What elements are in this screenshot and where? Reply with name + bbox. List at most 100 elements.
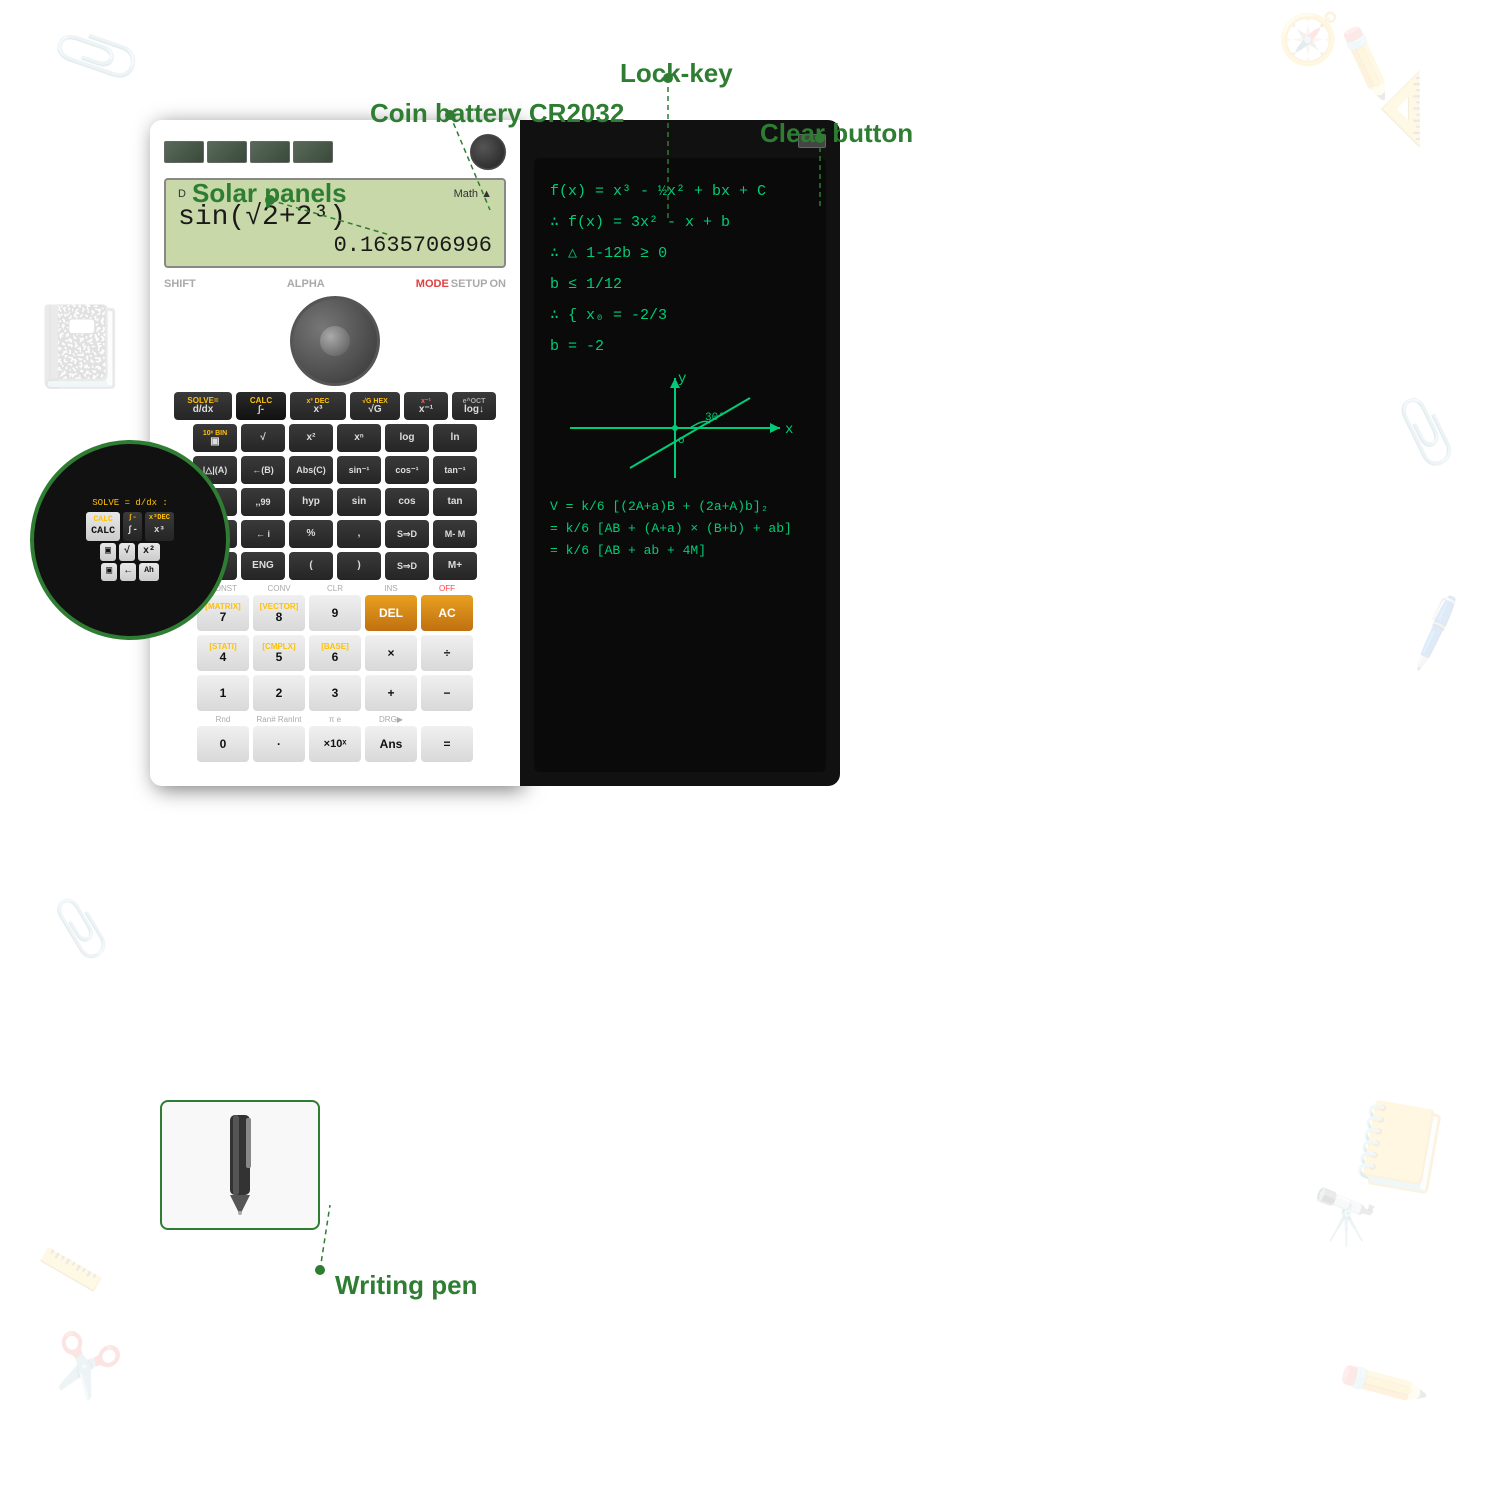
key-divide[interactable]: ÷ [421,635,473,671]
bottom-label-row: Rnd Ran# RanInt π e DRG▶ [164,715,506,724]
conv-label: CONV [253,584,305,593]
pen-box [160,1100,320,1230]
mode-label[interactable]: MODE [416,278,449,290]
navigation-ring[interactable] [290,296,380,386]
key-log[interactable]: log [385,424,429,452]
lock-key-label: Lock-key [620,58,733,89]
magnify-key-abs: Ah [139,563,159,581]
key-pct[interactable]: % [289,520,333,548]
key-equals[interactable]: = [421,726,473,762]
key-6[interactable]: [BASE] 6 [309,635,361,671]
setup-label[interactable]: SETUP [451,278,488,290]
lock-button[interactable] [470,134,506,170]
key-asin[interactable]: sin⁻¹ [337,456,381,484]
key-5[interactable]: [CMPLX] 5 [253,635,305,671]
ranint-label: Ran# RanInt [253,715,305,724]
key-cos[interactable]: cos [385,488,429,516]
svg-text:x: x [785,422,793,438]
pi-e-label: π e [309,715,361,724]
key-mplus[interactable]: M+ [433,552,477,580]
key-xn[interactable]: xⁿ [337,424,381,452]
key-ans[interactable]: Ans [365,726,417,762]
key-solve[interactable]: SOLVE=d/dx [174,392,232,420]
vol-line-3: = k/6 [AB + ab + 4M] [550,540,810,562]
spacer-label [421,715,473,724]
solar-cell-4 [293,141,333,163]
key-4[interactable]: [STATI] 4 [197,635,249,671]
key-lparen[interactable]: ( [289,552,333,580]
solar-cell-2 [207,141,247,163]
drg-label: DRG▶ [365,715,417,724]
key-sd[interactable]: S⇒D [385,520,429,548]
key-sin[interactable]: sin [337,488,381,516]
key-atan[interactable]: tan⁻¹ [433,456,477,484]
key-ac[interactable]: AC [421,595,473,631]
key-ln[interactable]: ln [433,424,477,452]
solar-cell-1 [164,141,204,163]
key-acos[interactable]: cos⁻¹ [385,456,429,484]
tablet-line-4: b ≤ 1/12 [550,271,810,298]
on-label[interactable]: ON [489,278,506,290]
key-mm[interactable]: M- M [433,520,477,548]
magnify-key-integral: ∫- ∫- [123,512,142,541]
magnify-key-calc: CALC CALC [86,512,120,541]
shift-label: SHIFT [164,278,196,290]
tablet-screen: f(x) = x³ - ½x² + bx + C ∴ f(x) = 3x² - … [534,158,826,772]
key-x10[interactable]: ×10ˣ [309,726,361,762]
key-hyp[interactable]: hyp [289,488,333,516]
coin-battery-label: Coin battery CR2032 [370,98,624,129]
key-eng2[interactable]: ENG [241,552,285,580]
magnify-key-print: ▣ [101,563,117,581]
display-indicator-d: D [178,188,186,200]
key-xinv[interactable]: x⁻¹x⁻¹ [404,392,448,420]
key-comma2[interactable]: , [337,520,381,548]
key-row-123: 1 2 3 + − [164,675,506,711]
key-comma[interactable]: ,,99 [241,488,285,516]
tablet-line-6: b = -2 [550,333,810,360]
writing-tablet: f(x) = x³ - ½x² + bx + C ∴ f(x) = 3x² - … [520,120,840,786]
key-xsq[interactable]: x² [289,424,333,452]
display-result: 0.1635706996 [178,233,492,258]
display-indicator-math: Math ▲ [454,188,492,200]
svg-text:o: o [678,435,685,447]
key-eng[interactable]: ← i [241,520,285,548]
key-tan[interactable]: tan [433,488,477,516]
nav-cluster[interactable] [164,296,506,386]
key-3[interactable]: 3 [309,675,361,711]
nav-center-button[interactable] [320,326,350,356]
key-row-solve: SOLVE=d/dx CALC∫- x³ DECx³ √G HEX√G x⁻¹x… [164,392,506,420]
key-sqrt[interactable]: √ [241,424,285,452]
key-x3dec[interactable]: x³ DECx³ [290,392,346,420]
magnify-key-x2: x² [138,543,160,561]
key-sqrt-hex[interactable]: √G HEX√G [350,392,400,420]
key-abs-c[interactable]: Abs(C) [289,456,333,484]
key-minus[interactable]: − [421,675,473,711]
magnify-key-sqrt: √ [119,543,135,561]
tablet-line-1: f(x) = x³ - ½x² + bx + C [550,178,810,205]
magnify-key-x3: x³DEC x³ [145,512,174,541]
key-arrow-b[interactable]: ←(B) [241,456,285,484]
key-calc[interactable]: CALC∫- [236,392,286,420]
magnify-inner: SOLVE = d/dx : CALC CALC ∫- ∫- x³DEC x³ … [78,489,182,592]
key-sd2[interactable]: S⇒D [385,552,429,580]
key-1[interactable]: 1 [197,675,249,711]
volume-formula: V = k/6 [(2A+a)B + (2a+A)b]₂ = k/6 [AB +… [550,496,810,562]
key-row-math1: 10ˣ BIN▣ √ x² xⁿ log ln [164,424,506,452]
magnify-key-arrow: ← [120,563,136,581]
key-plus[interactable]: + [365,675,417,711]
magnify-row-3: ▣ ← Ah [86,563,174,581]
key-8[interactable]: [VECTOR] 8 [253,595,305,631]
writing-pen-label: Writing pen [335,1270,478,1301]
key-2[interactable]: 2 [253,675,305,711]
key-dot[interactable]: · [253,726,305,762]
key-multiply[interactable]: × [365,635,417,671]
rnd-label: Rnd [197,715,249,724]
key-rparen[interactable]: ) [337,552,381,580]
key-del[interactable]: DEL [365,595,417,631]
tablet-line-3: ∴ △ 1-12b ≥ 0 [550,240,810,267]
key-9[interactable]: 9 [309,595,361,631]
calculator-wrapper: D Math ▲ sin(√2+2³) 0.1635706996 SHIFT A… [150,120,840,786]
key-0[interactable]: 0 [197,726,249,762]
key-log-down[interactable]: e^OCTlog↓ [452,392,496,420]
key-frac[interactable]: 10ˣ BIN▣ [193,424,237,452]
